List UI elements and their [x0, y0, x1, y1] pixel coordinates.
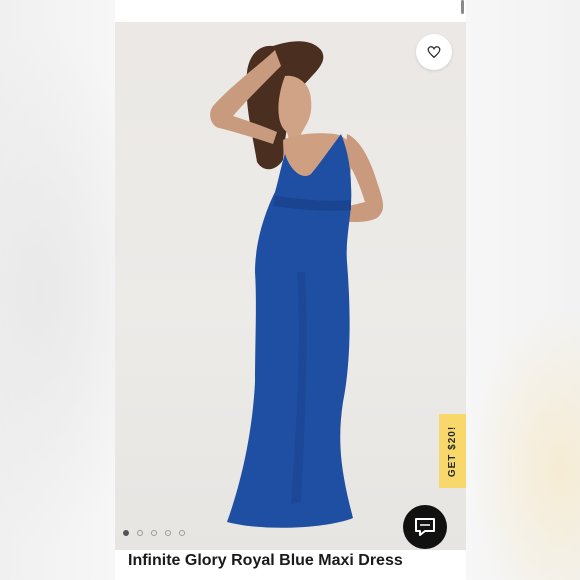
top-bar: [115, 0, 466, 22]
product-page: GET $20! Infinite Glory Royal Blue Maxi …: [115, 0, 466, 580]
scroll-indicator[interactable]: [461, 0, 464, 14]
carousel-dot-1[interactable]: [123, 530, 129, 536]
carousel-dots: [123, 530, 185, 536]
product-title: Infinite Glory Royal Blue Maxi Dress: [128, 552, 403, 569]
promo-tab[interactable]: GET $20!: [439, 414, 466, 488]
carousel-dot-5[interactable]: [179, 530, 185, 536]
promo-label: GET $20!: [447, 425, 459, 477]
favorite-button[interactable]: [416, 34, 452, 70]
heart-icon: [427, 46, 441, 59]
carousel-dot-2[interactable]: [137, 530, 143, 536]
product-image[interactable]: GET $20!: [115, 22, 466, 550]
carousel-dot-4[interactable]: [165, 530, 171, 536]
carousel-dot-3[interactable]: [151, 530, 157, 536]
chat-bubble-icon: [415, 518, 435, 536]
dress-photo: [210, 41, 384, 528]
chat-button[interactable]: [403, 505, 447, 549]
